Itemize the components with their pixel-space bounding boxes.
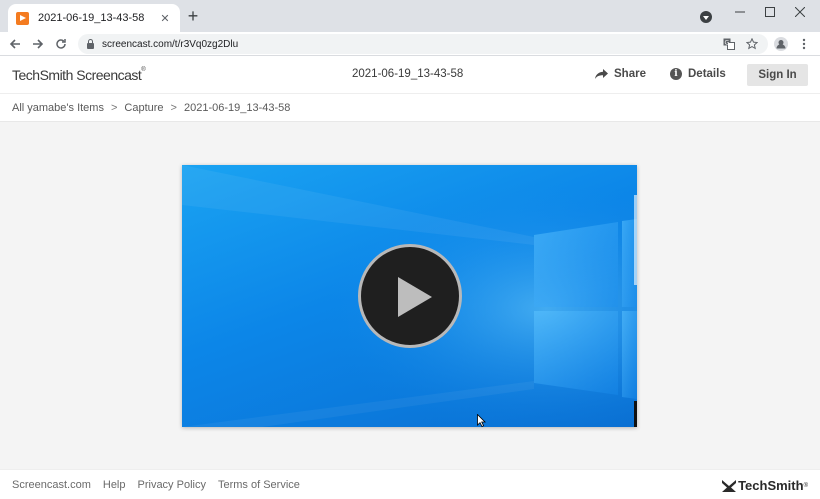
menu-dots-icon <box>802 38 806 50</box>
minimize-button[interactable] <box>724 0 756 24</box>
footer-link-privacy-policy[interactable]: Privacy Policy <box>138 479 206 491</box>
forward-arrow-icon <box>33 39 44 49</box>
footer-link-screencast[interactable]: Screencast.com <box>12 479 91 491</box>
techsmith-screencast-logo[interactable]: TechSmith Screencast® <box>12 67 146 83</box>
info-icon: i <box>670 68 682 80</box>
close-icon <box>795 7 805 17</box>
reload-icon <box>56 39 66 49</box>
footer-link-terms-of-service[interactable]: Terms of Service <box>218 479 300 491</box>
main-content <box>0 122 820 469</box>
breadcrumb-separator: > <box>110 101 118 114</box>
browser-tabstrip: 2021-06-19_13-43-58 ✕ + <box>0 0 820 32</box>
new-tab-icon[interactable]: + <box>184 7 202 25</box>
reload-button[interactable] <box>52 35 70 53</box>
breadcrumb-item-capture[interactable]: Capture <box>124 102 163 114</box>
techsmith-logo[interactable]: TechSmith ® <box>722 478 808 493</box>
play-icon[interactable] <box>358 244 462 348</box>
techsmith-logo-icon <box>722 480 737 492</box>
sign-in-button[interactable]: Sign In <box>747 64 808 86</box>
logo-text: TechSmith Screencast <box>12 67 142 83</box>
site-header: TechSmith Screencast® 2021-06-19_13-43-5… <box>0 57 820 94</box>
logo-mark: ® <box>141 67 146 73</box>
techsmith-brand-text: TechSmith <box>738 478 804 493</box>
breadcrumb-item-current: 2021-06-19_13-43-58 <box>183 101 291 114</box>
breadcrumb: All yamabe's Items > Capture > 2021-06-1… <box>0 94 820 122</box>
svg-text:G: G <box>725 40 730 47</box>
breadcrumb-item-all-items[interactable]: All yamabe's Items <box>12 102 104 114</box>
translate-icon[interactable]: G <box>722 37 736 51</box>
share-label: Share <box>614 68 646 80</box>
footer-link-help[interactable]: Help <box>103 479 126 491</box>
window-close-button[interactable] <box>784 0 816 24</box>
video-player[interactable] <box>182 165 637 427</box>
account-icon <box>774 37 788 51</box>
account-button[interactable] <box>772 35 790 53</box>
tab-title: 2021-06-19_13-43-58 <box>38 12 145 24</box>
browser-tab[interactable]: 2021-06-19_13-43-58 ✕ <box>8 4 180 32</box>
cursor-icon <box>477 414 486 427</box>
details-button[interactable]: i Details <box>670 68 726 80</box>
page-title: 2021-06-19_13-43-58 <box>352 68 464 80</box>
url-text: screencast.com/t/r3Vq0zg2Dlu <box>102 38 239 50</box>
tab-close-icon[interactable]: ✕ <box>158 12 172 25</box>
details-label: Details <box>688 68 726 80</box>
tab-favicon-icon <box>16 11 29 25</box>
browser-toolbar: screencast.com/t/r3Vq0zg2Dlu G <box>0 32 820 56</box>
minimize-icon <box>735 11 745 13</box>
share-button[interactable]: Share <box>594 68 646 80</box>
maximize-button[interactable] <box>754 0 786 24</box>
share-arrow-icon <box>595 69 608 79</box>
lock-icon <box>87 38 94 49</box>
profile-icon[interactable] <box>700 11 712 23</box>
address-bar[interactable]: screencast.com/t/r3Vq0zg2Dlu G <box>78 34 768 54</box>
maximize-icon <box>765 7 775 17</box>
star-icon[interactable] <box>745 37 759 51</box>
brand-mark: ® <box>803 482 808 489</box>
forward-button[interactable] <box>29 35 47 53</box>
back-arrow-icon <box>9 39 20 49</box>
browser-menu-button[interactable] <box>795 35 813 53</box>
back-button[interactable] <box>6 35 24 53</box>
breadcrumb-separator: > <box>170 101 177 114</box>
site-footer: Screencast.com Help Privacy Policy Terms… <box>0 469 820 499</box>
